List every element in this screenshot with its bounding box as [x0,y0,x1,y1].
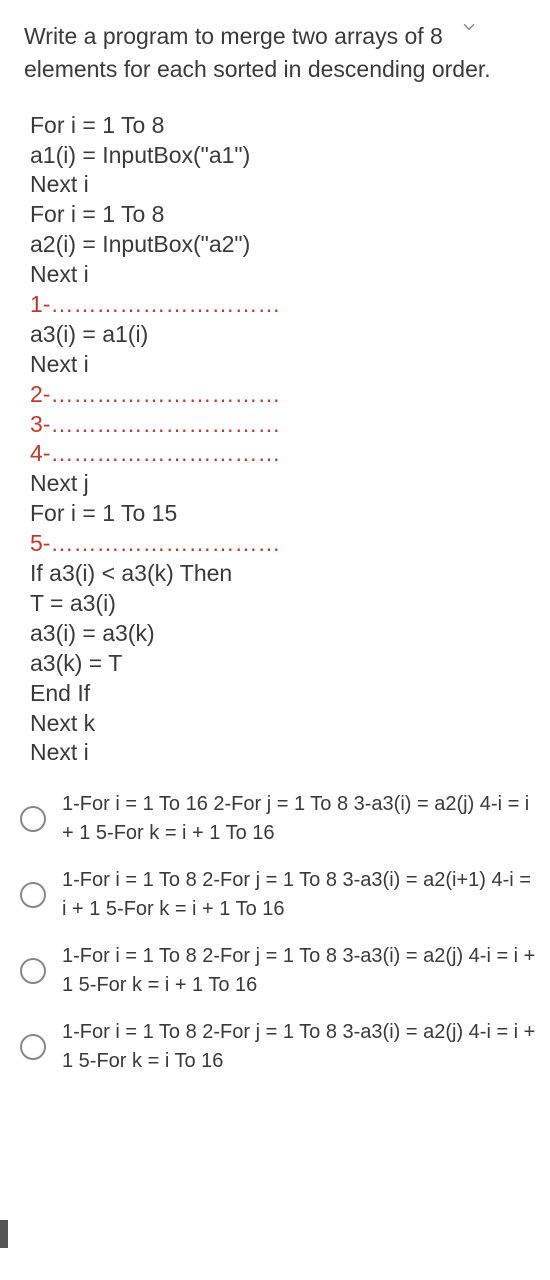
code-line: T = a3(i) [30,590,116,616]
question-text: Write a program to merge two arrays of 8… [0,0,550,87]
code-line: For i = 1 To 8 [30,201,164,227]
chevron-down-icon [460,18,478,36]
code-line: Next k [30,710,95,736]
option-b-text: 1-For i = 1 To 8 2-For j = 1 To 8 3-a3(i… [62,866,538,924]
radio-icon[interactable] [20,1034,46,1060]
code-line: a2(i) = InputBox("a2") [30,231,250,257]
option-a-text: 1-For i = 1 To 16 2-For j = 1 To 8 3-a3(… [62,790,538,848]
code-line: Next i [30,261,89,287]
blank-5: 5-………………………… [30,530,280,556]
code-line: a1(i) = InputBox("a1") [30,142,250,168]
code-line: For i = 1 To 15 [30,500,177,526]
radio-icon[interactable] [20,958,46,984]
option-b[interactable]: 1-For i = 1 To 8 2-For j = 1 To 8 3-a3(i… [20,866,538,924]
options-group: 1-For i = 1 To 16 2-For j = 1 To 8 3-a3(… [0,768,550,1076]
code-line: a3(k) = T [30,650,122,676]
code-line: a3(i) = a3(k) [30,620,155,646]
code-line: For i = 1 To 8 [30,112,164,138]
option-a[interactable]: 1-For i = 1 To 16 2-For j = 1 To 8 3-a3(… [20,790,538,848]
blank-4: 4-………………………… [30,440,280,466]
option-c[interactable]: 1-For i = 1 To 8 2-For j = 1 To 8 3-a3(i… [20,942,538,1000]
option-d-text: 1-For i = 1 To 8 2-For j = 1 To 8 3-a3(i… [62,1018,538,1076]
code-line: Next i [30,171,89,197]
radio-icon[interactable] [20,882,46,908]
partial-edge-block [0,1220,8,1248]
code-line: End If [30,680,90,706]
code-line: Next i [30,351,89,377]
radio-icon[interactable] [20,806,46,832]
option-c-text: 1-For i = 1 To 8 2-For j = 1 To 8 3-a3(i… [62,942,538,1000]
code-line: a3(i) = a1(i) [30,321,148,347]
code-block: For i = 1 To 8 a1(i) = InputBox("a1") Ne… [0,87,550,769]
blank-3: 3-………………………… [30,411,280,437]
code-line: Next i [30,739,89,765]
blank-2: 2-………………………… [30,381,280,407]
code-line: Next j [30,470,89,496]
code-line: If a3(i) < a3(k) Then [30,560,232,586]
option-d[interactable]: 1-For i = 1 To 8 2-For j = 1 To 8 3-a3(i… [20,1018,538,1076]
blank-1: 1-………………………… [30,291,280,317]
